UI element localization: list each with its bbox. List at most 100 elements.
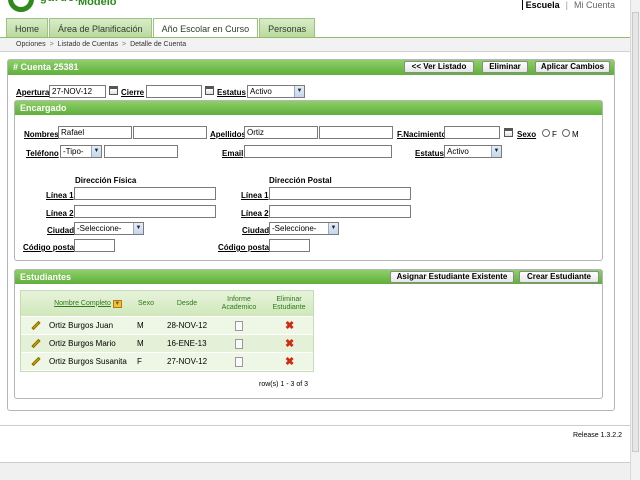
logo: garden Escuela Modelo xyxy=(8,0,118,16)
estudiantes-title: Estudiantes xyxy=(20,272,72,282)
eliminar-button[interactable]: ✖ xyxy=(285,353,294,370)
postal-linea2-field[interactable] xyxy=(269,205,411,218)
telefono-field[interactable] xyxy=(104,145,178,158)
fisica-cp-field[interactable] xyxy=(74,239,115,252)
sexo-m-radio[interactable] xyxy=(562,129,570,137)
calendar-icon[interactable] xyxy=(205,86,214,95)
direccion-fisica-title: Dirección Física xyxy=(75,176,137,185)
sexo-f-label: F xyxy=(552,130,557,139)
encargado-estatus-select[interactable]: Activo ▼ xyxy=(444,145,502,158)
postal-linea1-label: Línea 1 xyxy=(241,191,269,200)
encargado-section: Encargado Nombres Rafael Apellidos Ortiz… xyxy=(14,100,603,261)
cierre-label: Cierre xyxy=(121,88,145,97)
apply-changes-button[interactable]: Aplicar Cambios xyxy=(535,61,610,73)
tab-personas[interactable]: Personas xyxy=(259,18,316,38)
apertura-field[interactable]: 27-NOV-12 xyxy=(49,85,106,98)
student-name: Ortiz Burgos Susanita xyxy=(49,357,127,366)
calendar-icon[interactable] xyxy=(109,86,118,95)
logo-word: garden xyxy=(40,0,83,4)
pencil-icon xyxy=(31,356,41,367)
col-nombre-label[interactable]: Nombre Completo xyxy=(54,300,111,308)
email-field[interactable] xyxy=(244,145,392,158)
eliminar-button[interactable]: ✖ xyxy=(285,317,294,334)
table-header: Nombre Completo ▼ Sexo Desde Informe Aca… xyxy=(21,291,313,317)
col-nombre[interactable]: Nombre Completo ▼ xyxy=(49,291,127,316)
breadcrumb-detalle: Detalle de Cuenta xyxy=(130,41,187,48)
top-links: Escuela | Mi Cuenta xyxy=(521,0,618,10)
tab-home[interactable]: Home xyxy=(6,18,49,38)
nombres-field-2[interactable] xyxy=(133,126,207,139)
students-table: Nombre Completo ▼ Sexo Desde Informe Aca… xyxy=(20,290,314,372)
back-to-list-button[interactable]: << Ver Listado xyxy=(404,61,474,73)
postal-ciudad-select[interactable]: -Seleccione- ▼ xyxy=(269,222,339,235)
telefono-tipo-value: -Tipo- xyxy=(63,147,84,156)
fisica-ciudad-label: Ciudad xyxy=(47,226,75,235)
logo-mark xyxy=(8,0,34,12)
table-row: Ortiz Burgos Mario M 16-ENE-13 ✖ xyxy=(21,335,313,353)
link-mi-cuenta[interactable]: Mi Cuenta xyxy=(571,0,618,10)
sexo-f-radio[interactable] xyxy=(542,129,550,137)
delete-button[interactable]: Eliminar xyxy=(482,61,528,73)
encargado-title: Encargado xyxy=(20,103,67,113)
edit-row-button[interactable] xyxy=(29,353,43,370)
postal-ciudad-label: Ciudad xyxy=(242,226,270,235)
email-label: Email xyxy=(222,149,244,158)
postal-ciudad-value: -Seleccione- xyxy=(272,224,317,233)
fisica-linea2-field[interactable] xyxy=(74,205,216,218)
link-escuela[interactable]: Escuela xyxy=(521,0,563,10)
scrollbar-thumb[interactable] xyxy=(632,12,639,452)
estatus-value: Activo xyxy=(250,87,272,96)
telefono-tipo-select[interactable]: -Tipo- ▼ xyxy=(60,145,102,158)
fnac-label: F.Nacimiento xyxy=(397,130,447,139)
student-name: Ortiz Burgos Juan xyxy=(49,321,114,330)
informe-button[interactable] xyxy=(235,335,243,352)
apellidos-field[interactable]: Ortiz xyxy=(244,126,318,139)
create-student-button[interactable]: Crear Estudiante xyxy=(519,271,599,283)
sort-icon[interactable]: ▼ xyxy=(112,299,122,308)
estatus-select[interactable]: Activo ▼ xyxy=(247,85,305,98)
edit-row-button[interactable] xyxy=(29,317,43,334)
tab-anio-escolar[interactable]: Año Escolar en Curso xyxy=(152,18,259,38)
estudiantes-header: Estudiantes Asignar Estudiante Existente… xyxy=(15,270,602,284)
header: garden Escuela Modelo Escuela|Mi Cuenta xyxy=(0,0,630,18)
pagination-text: row(s) 1 - 3 of 3 xyxy=(259,381,309,388)
delete-icon: ✖ xyxy=(285,355,295,368)
student-name: Ortiz Burgos Mario xyxy=(49,339,116,348)
tab-planificacion[interactable]: Área de Planificación xyxy=(49,18,152,38)
col-sexo: Sexo xyxy=(138,299,154,307)
table-row: Ortiz Burgos Juan M 28-NOV-12 ✖ xyxy=(21,317,313,335)
informe-button[interactable] xyxy=(235,317,243,334)
telefono-label: Teléfono xyxy=(26,149,59,158)
student-sexo: M xyxy=(137,339,144,348)
account-panel: # Cuenta 25381 << Ver Listado Eliminar A… xyxy=(7,59,615,411)
informe-button[interactable] xyxy=(235,353,243,370)
fisica-ciudad-select[interactable]: -Seleccione- ▼ xyxy=(74,222,144,235)
apertura-label: Apertura xyxy=(16,88,50,97)
sexo-label: Sexo xyxy=(517,130,537,139)
fisica-linea1-field[interactable] xyxy=(74,187,216,200)
chevron-down-icon: ▼ xyxy=(133,223,143,234)
main-tabs: Home Área de Planificación Año Escolar e… xyxy=(6,18,316,38)
fisica-ciudad-value: -Seleccione- xyxy=(77,224,122,233)
document-icon xyxy=(235,356,243,367)
fnac-field[interactable] xyxy=(444,126,500,139)
postal-linea1-field[interactable] xyxy=(269,187,411,200)
postal-cp-field[interactable] xyxy=(269,239,310,252)
edit-row-button[interactable] xyxy=(29,335,43,352)
pencil-icon xyxy=(31,338,41,349)
document-icon xyxy=(235,320,243,331)
nombres-field[interactable]: Rafael xyxy=(58,126,132,139)
calendar-icon[interactable] xyxy=(504,128,513,137)
student-desde: 16-ENE-13 xyxy=(167,339,207,348)
assign-student-button[interactable]: Asignar Estudiante Existente xyxy=(390,271,514,283)
postal-linea2-label: Línea 2 xyxy=(241,209,269,218)
eliminar-button[interactable]: ✖ xyxy=(285,335,294,352)
apellidos-field-2[interactable] xyxy=(319,126,393,139)
breadcrumb-opciones[interactable]: Opciones xyxy=(16,41,46,48)
direccion-postal-title: Dirección Postal xyxy=(269,176,332,185)
vertical-scrollbar[interactable] xyxy=(630,0,640,480)
col-eliminar: Eliminar Estudiante xyxy=(272,295,306,311)
breadcrumb-listado[interactable]: Listado de Cuentas xyxy=(58,41,118,48)
sexo-m-label: M xyxy=(572,130,579,139)
cierre-field[interactable] xyxy=(146,85,202,98)
